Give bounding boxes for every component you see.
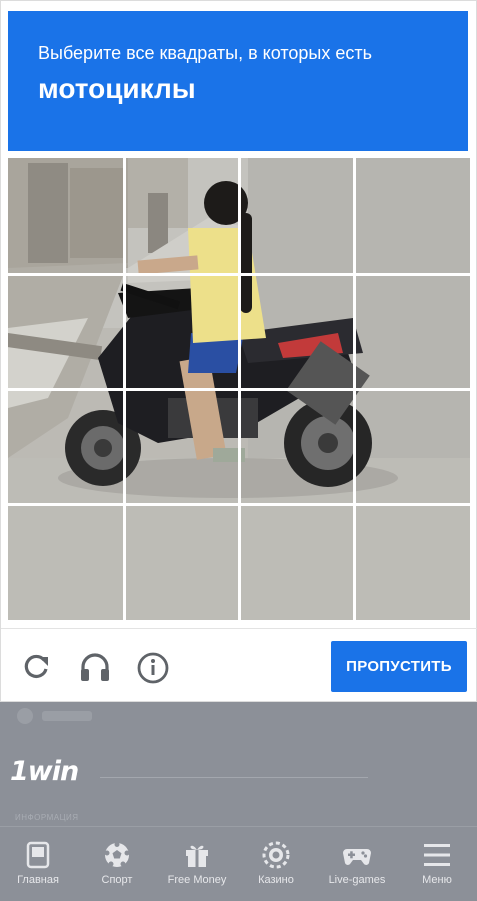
grid-divider — [8, 273, 470, 276]
nav-casino-label: Казино — [258, 874, 294, 886]
background-header-fragment — [16, 706, 106, 726]
captcha-tile[interactable] — [124, 389, 240, 505]
captcha-tile[interactable] — [239, 274, 355, 390]
captcha-tile[interactable] — [239, 505, 355, 621]
gift-icon — [186, 845, 208, 867]
captcha-tile[interactable] — [8, 505, 124, 621]
captcha-tile[interactable] — [239, 158, 355, 274]
nav-live-games[interactable]: Live-games — [320, 827, 394, 901]
captcha-target-object: мотоциклы — [38, 73, 196, 104]
bottom-navigation: Главная Спорт Free Money Казино Live-gam… — [0, 826, 477, 900]
casino-chip-icon — [262, 841, 290, 869]
captcha-tile[interactable] — [355, 158, 471, 274]
captcha-tile[interactable] — [124, 274, 240, 390]
captcha-tile[interactable] — [124, 158, 240, 274]
nav-menu-label: Меню — [422, 874, 452, 886]
captcha-footer-divider — [1, 628, 477, 629]
info-section-label: информация — [15, 813, 79, 822]
gamepad-icon — [343, 849, 371, 865]
soccer-ball-icon — [104, 842, 130, 867]
captcha-tile[interactable] — [355, 505, 471, 621]
captcha-tile[interactable] — [8, 389, 124, 505]
captcha-instruction: Выберите все квадраты, в которых есть — [38, 43, 373, 63]
grid-divider — [8, 503, 470, 506]
info-icon[interactable] — [134, 648, 172, 686]
nav-home-label: Главная — [17, 874, 59, 886]
nav-menu[interactable]: Меню — [408, 827, 466, 901]
captcha-tile[interactable] — [124, 505, 240, 621]
skip-button[interactable]: ПРОПУСТИТЬ — [331, 641, 467, 692]
captcha-tile[interactable] — [239, 389, 355, 505]
logo-divider — [100, 777, 368, 778]
headphones-icon[interactable] — [76, 648, 114, 686]
menu-icon — [424, 844, 450, 866]
home-icon — [26, 841, 50, 869]
nav-sport-label: Спорт — [101, 874, 133, 886]
captcha-dialog: Выберите все квадраты, в которых есть мо… — [0, 0, 477, 702]
captcha-header: Выберите все квадраты, в которых есть мо… — [8, 11, 468, 151]
nav-free-money[interactable]: Free Money — [160, 827, 234, 901]
captcha-tile[interactable] — [355, 274, 471, 390]
captcha-tile[interactable] — [8, 158, 124, 274]
nav-live-games-label: Live-games — [328, 874, 386, 886]
captcha-tile[interactable] — [8, 274, 124, 390]
refresh-icon[interactable] — [17, 648, 55, 686]
captcha-image-grid — [8, 158, 470, 620]
brand-logo: 1win — [10, 756, 79, 787]
captcha-tile[interactable] — [355, 389, 471, 505]
nav-home[interactable]: Главная — [8, 827, 68, 901]
nav-sport[interactable]: Спорт — [87, 827, 147, 901]
nav-casino[interactable]: Казино — [246, 827, 306, 901]
nav-free-money-label: Free Money — [167, 874, 227, 886]
grid-divider — [8, 388, 470, 391]
